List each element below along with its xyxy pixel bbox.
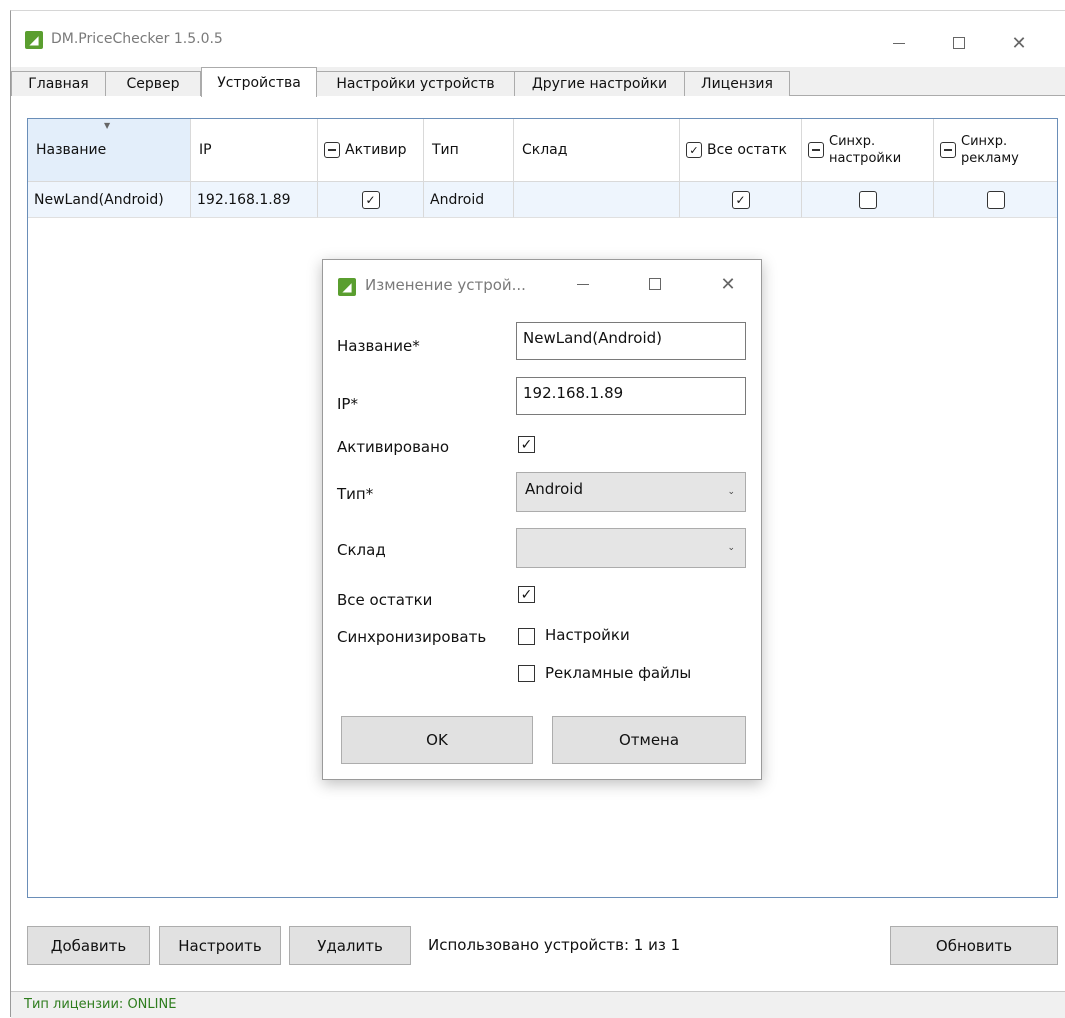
- minimize-button[interactable]: [876, 23, 922, 63]
- column-header-name[interactable]: ▼ Название: [28, 119, 191, 182]
- sync-settings-label[interactable]: Настройки: [545, 626, 630, 644]
- column-header-label-line2: настройки: [829, 151, 902, 166]
- cell-warehouse[interactable]: [514, 182, 680, 218]
- chevron-down-icon: ⌄: [727, 543, 735, 553]
- tab-server[interactable]: Сервер: [105, 71, 201, 96]
- title-bar: ◢ DM.PriceChecker 1.5.0.5 ✕: [11, 11, 1065, 67]
- cell-name[interactable]: NewLand(Android): [28, 182, 191, 218]
- indeterminate-checkbox-icon[interactable]: [940, 142, 956, 158]
- column-header-label: Склад: [522, 142, 568, 158]
- cell-type[interactable]: Android: [424, 182, 514, 218]
- active-label: Активировано: [337, 438, 450, 456]
- sync-ads-checkbox[interactable]: [518, 665, 535, 682]
- maximize-icon: [953, 37, 965, 49]
- dialog-close-button[interactable]: ✕: [708, 264, 748, 304]
- all-stock-checkbox[interactable]: ✓: [518, 586, 535, 603]
- column-header-label: Название: [36, 142, 107, 158]
- add-button[interactable]: Добавить: [27, 926, 150, 965]
- ip-input[interactable]: 192.168.1.89: [516, 377, 746, 415]
- column-header-active[interactable]: Активир: [318, 119, 424, 182]
- delete-button[interactable]: Удалить: [289, 926, 411, 965]
- column-header-sync-ads[interactable]: Синхр. рекламу: [934, 119, 1057, 182]
- row-sync-settings-checkbox[interactable]: [858, 190, 877, 209]
- window-title: DM.PriceChecker 1.5.0.5: [51, 31, 223, 47]
- checked-checkbox-icon[interactable]: ✓: [686, 142, 702, 158]
- dialog-maximize-button[interactable]: [635, 264, 675, 304]
- ok-button[interactable]: OK: [341, 716, 533, 764]
- row-active-checkbox[interactable]: ✓: [361, 190, 380, 209]
- status-bar: Тип лицензии: ONLINE: [11, 991, 1065, 1018]
- column-header-sync-settings[interactable]: Синхр. настройки: [802, 119, 934, 182]
- column-header-label: Тип: [432, 142, 459, 158]
- chevron-down-icon: ⌄: [727, 487, 735, 497]
- sort-arrow-icon: ▼: [104, 121, 111, 130]
- column-header-label: IP: [199, 142, 212, 158]
- sync-ads-label[interactable]: Рекламные файлы: [545, 664, 691, 682]
- tab-license[interactable]: Лицензия: [684, 71, 790, 96]
- maximize-icon: [649, 278, 661, 290]
- column-header-ip[interactable]: IP: [191, 119, 318, 182]
- column-header-warehouse[interactable]: Склад: [514, 119, 680, 182]
- dialog-minimize-button[interactable]: [563, 264, 603, 304]
- column-header-label: Активир: [345, 142, 407, 158]
- tab-devices[interactable]: Устройства: [201, 67, 317, 97]
- close-icon: ✕: [720, 273, 736, 295]
- name-label: Название*: [337, 337, 420, 355]
- cell-all-stock[interactable]: ✓: [680, 182, 802, 218]
- minimize-icon: [577, 283, 589, 285]
- cell-sync-ads[interactable]: [934, 182, 1057, 218]
- active-checkbox[interactable]: ✓: [518, 436, 535, 453]
- warehouse-label: Склад: [337, 541, 386, 559]
- close-icon: ✕: [1011, 32, 1027, 54]
- dialog-title: Изменение устрой...: [365, 276, 526, 294]
- tab-device-settings[interactable]: Настройки устройств: [316, 71, 515, 96]
- row-sync-ads-checkbox[interactable]: [986, 190, 1005, 209]
- cell-sync-settings[interactable]: [802, 182, 934, 218]
- close-button[interactable]: ✕: [996, 23, 1042, 63]
- maximize-button[interactable]: [936, 23, 982, 63]
- column-header-all-stock[interactable]: ✓ Все остатк: [680, 119, 802, 182]
- cancel-button[interactable]: Отмена: [552, 716, 746, 764]
- refresh-button[interactable]: Обновить: [890, 926, 1058, 965]
- app-logo-icon: ◢: [338, 278, 356, 296]
- edit-device-dialog: ◢ Изменение устрой... ✕ Название* NewLan…: [322, 259, 762, 780]
- column-header-type[interactable]: Тип: [424, 119, 514, 182]
- configure-button[interactable]: Настроить: [159, 926, 281, 965]
- indeterminate-checkbox-icon[interactable]: [808, 142, 824, 158]
- type-select-value: Android: [525, 480, 583, 498]
- column-header-label-line2: рекламу: [961, 151, 1019, 166]
- type-label: Тип*: [337, 485, 374, 503]
- column-header-label: Синхр.: [829, 134, 876, 149]
- column-header-label: Синхр.: [961, 134, 1008, 149]
- tab-main[interactable]: Главная: [11, 71, 106, 96]
- sync-settings-checkbox[interactable]: [518, 628, 535, 645]
- warehouse-select[interactable]: ⌄: [516, 528, 746, 568]
- indeterminate-checkbox-icon[interactable]: [324, 142, 340, 158]
- sync-label: Синхронизировать: [337, 628, 487, 646]
- type-select[interactable]: Android ⌄: [516, 472, 746, 512]
- ip-label: IP*: [337, 395, 358, 413]
- app-logo-icon: ◢: [25, 31, 43, 49]
- cell-ip[interactable]: 192.168.1.89: [191, 182, 318, 218]
- tab-strip: Главная Сервер Устройства Настройки устр…: [11, 67, 1065, 97]
- row-all-stock-checkbox[interactable]: ✓: [731, 190, 750, 209]
- column-header-label: Все остатк: [707, 142, 787, 158]
- license-type-text: Тип лицензии: ONLINE: [24, 997, 177, 1012]
- all-stock-label: Все остатки: [337, 591, 433, 609]
- devices-usage-text: Использовано устройств: 1 из 1: [428, 936, 681, 954]
- name-input[interactable]: NewLand(Android): [516, 322, 746, 360]
- cell-active[interactable]: ✓: [318, 182, 424, 218]
- minimize-icon: [893, 42, 905, 44]
- tab-other-settings[interactable]: Другие настройки: [514, 71, 685, 96]
